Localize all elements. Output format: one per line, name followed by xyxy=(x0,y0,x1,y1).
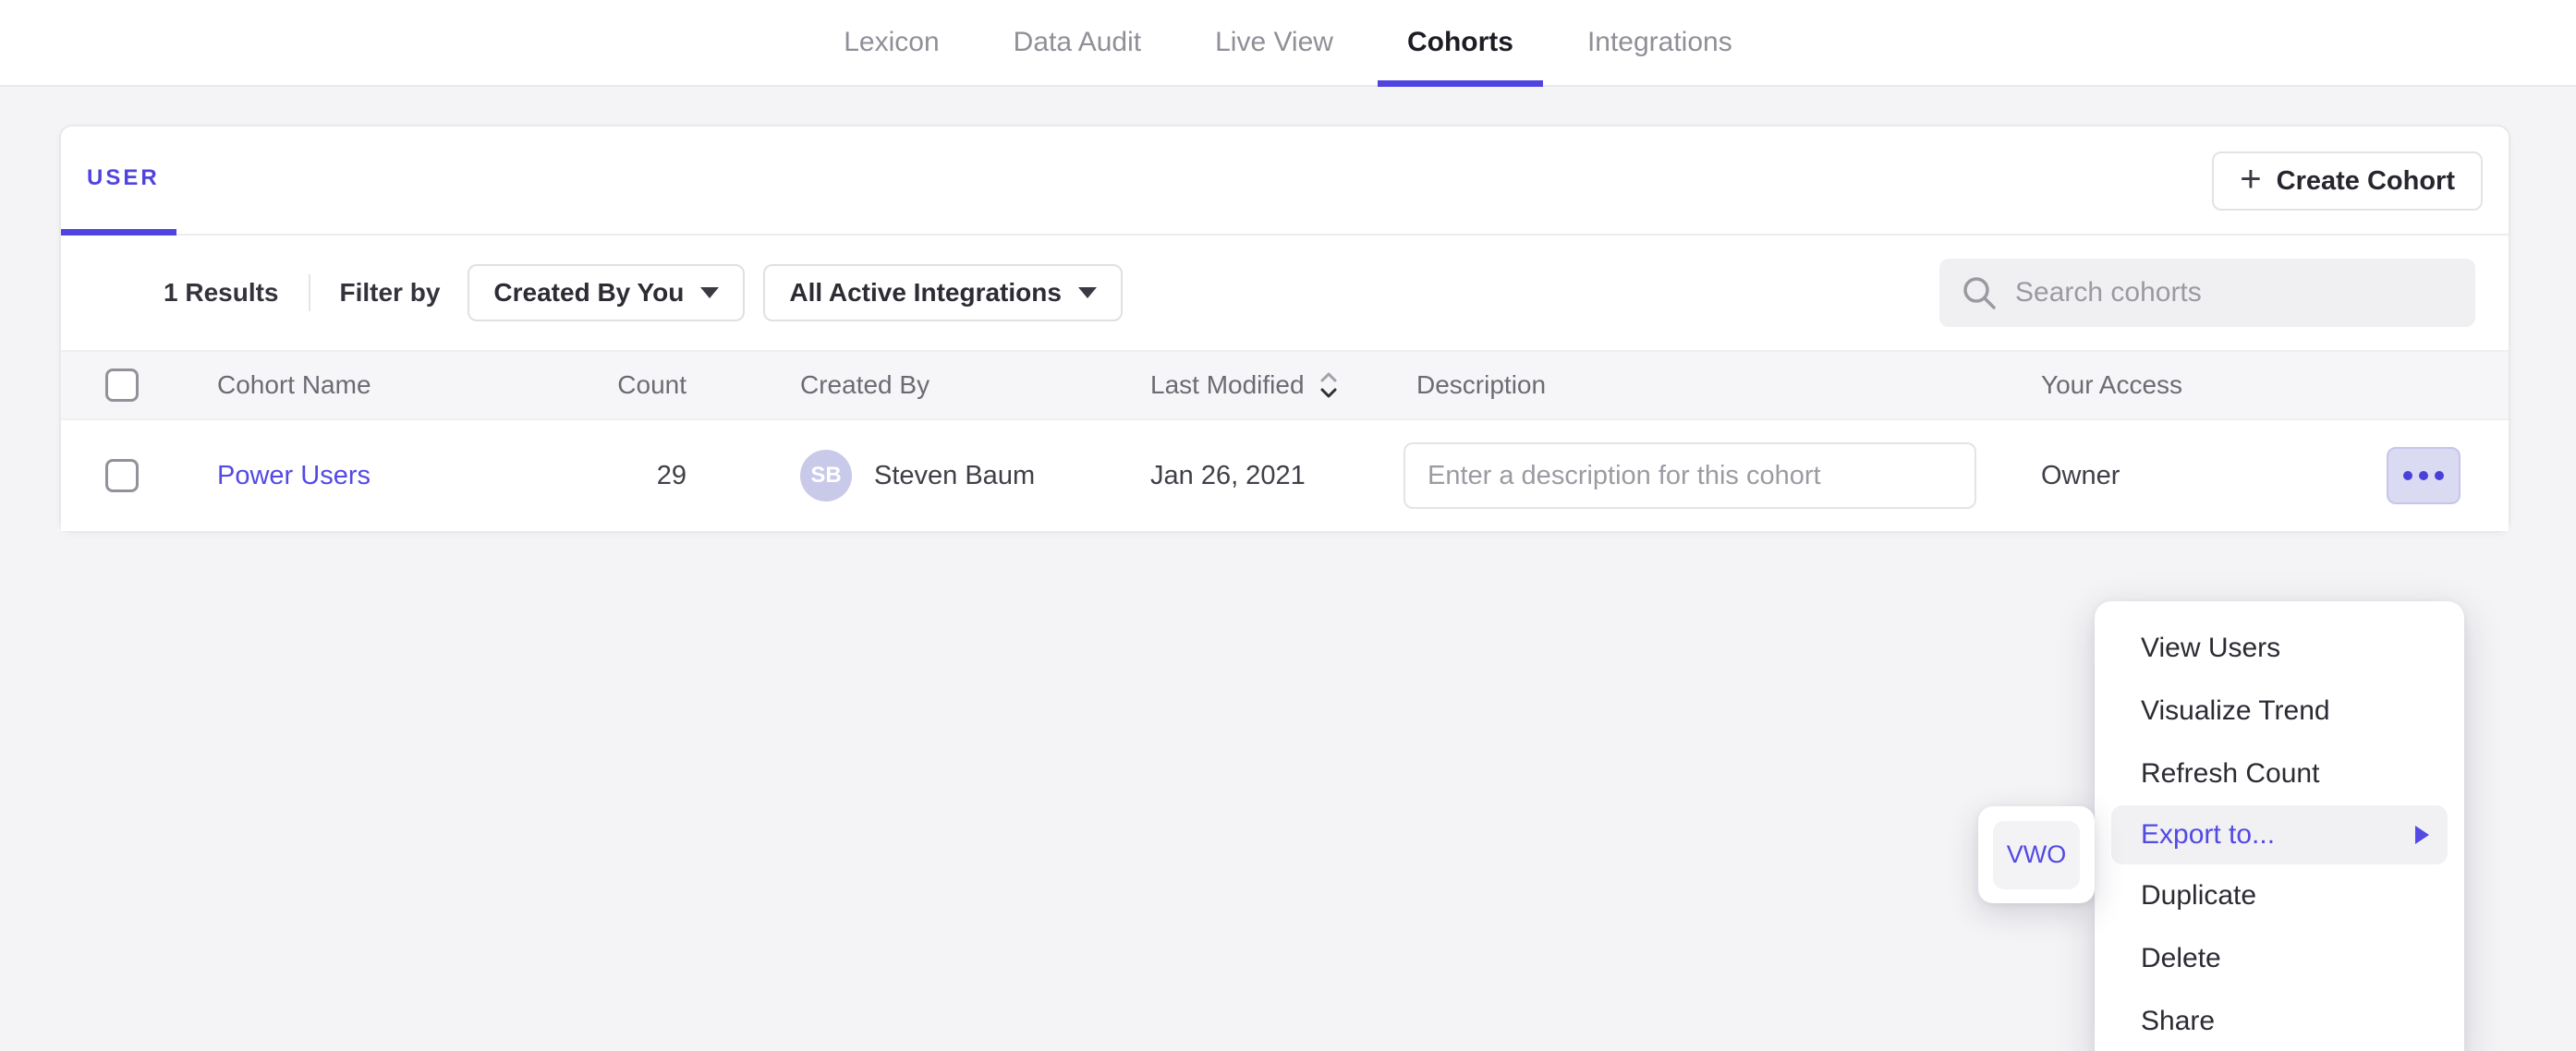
menu-item-duplicate[interactable]: Duplicate xyxy=(2095,864,2464,927)
menu-item-share[interactable]: Share xyxy=(2095,990,2464,1051)
row-actions-button[interactable] xyxy=(2387,447,2461,504)
table-header: Cohort Name Count Created By Last Modifi… xyxy=(61,350,2509,420)
top-nav: Lexicon Data Audit Live View Cohorts Int… xyxy=(0,0,2576,87)
last-modified-label: Last Modified xyxy=(1150,370,1305,400)
export-to-label: Export to... xyxy=(2141,819,2275,851)
integrations-filter-dropdown[interactable]: All Active Integrations xyxy=(763,264,1123,321)
chevron-down-icon xyxy=(700,287,719,298)
search-input[interactable] xyxy=(2015,277,2455,308)
tab-user[interactable]: USER xyxy=(61,127,176,236)
access-level: Owner xyxy=(2041,461,2120,491)
nav-tab-live-view[interactable]: Live View xyxy=(1185,0,1363,85)
menu-item-export-to[interactable]: Export to... xyxy=(2111,805,2448,864)
plus-icon: + xyxy=(2240,161,2261,198)
cohort-name-link[interactable]: Power Users xyxy=(217,461,371,490)
panel-tabs-row: USER + Create Cohort xyxy=(61,127,2509,236)
nav-tab-lexicon[interactable]: Lexicon xyxy=(814,0,968,85)
filter-row: 1 Results Filter by Created By You All A… xyxy=(61,236,2509,350)
menu-item-visualize-trend[interactable]: Visualize Trend xyxy=(2095,680,2464,743)
ellipsis-icon xyxy=(2419,471,2428,480)
row-actions-menu: View Users Visualize Trend Refresh Count… xyxy=(2095,601,2464,1051)
nav-tab-integrations[interactable]: Integrations xyxy=(1558,0,1762,85)
results-count: 1 Results xyxy=(164,278,279,308)
column-header-count[interactable]: Count xyxy=(513,370,687,400)
submenu-arrow-icon xyxy=(2415,826,2429,844)
cohorts-panel: USER + Create Cohort 1 Results Filter by… xyxy=(59,125,2510,533)
integrations-filter-value: All Active Integrations xyxy=(789,278,1062,308)
row-checkbox[interactable] xyxy=(105,459,139,492)
nav-tab-cohorts[interactable]: Cohorts xyxy=(1378,0,1543,85)
cohort-count: 29 xyxy=(513,461,687,491)
search-icon xyxy=(1960,273,1999,312)
description-input[interactable] xyxy=(1403,442,1976,509)
divider xyxy=(309,274,310,311)
column-header-cohort-name[interactable]: Cohort Name xyxy=(217,370,513,400)
column-header-description[interactable]: Description xyxy=(1416,370,2041,400)
avatar: SB xyxy=(800,450,852,501)
export-submenu: VWO xyxy=(1978,806,2095,903)
ellipsis-icon xyxy=(2435,471,2444,480)
created-by-name: Steven Baum xyxy=(874,461,1035,491)
menu-item-refresh-count[interactable]: Refresh Count xyxy=(2095,743,2464,805)
filter-by-label: Filter by xyxy=(340,278,441,308)
column-header-last-modified[interactable]: Last Modified xyxy=(1150,368,1416,402)
select-all-checkbox[interactable] xyxy=(105,368,139,402)
last-modified-date: Jan 26, 2021 xyxy=(1150,461,1416,491)
search-cohorts-box[interactable] xyxy=(1939,259,2475,327)
created-by-filter-dropdown[interactable]: Created By You xyxy=(468,264,745,321)
create-cohort-label: Create Cohort xyxy=(2277,166,2455,197)
chevron-down-icon xyxy=(1078,287,1097,298)
create-cohort-button[interactable]: + Create Cohort xyxy=(2212,151,2483,211)
menu-item-delete[interactable]: Delete xyxy=(2095,927,2464,990)
nav-tab-data-audit[interactable]: Data Audit xyxy=(984,0,1171,85)
column-header-created-by[interactable]: Created By xyxy=(687,370,1150,400)
export-option-vwo[interactable]: VWO xyxy=(1993,821,2080,889)
table-row: Power Users 29 SB Steven Baum Jan 26, 20… xyxy=(61,420,2509,531)
column-header-your-access[interactable]: Your Access xyxy=(2041,370,2509,400)
page-body: USER + Create Cohort 1 Results Filter by… xyxy=(0,87,2576,1051)
ellipsis-icon xyxy=(2403,471,2412,480)
created-by-filter-value: Created By You xyxy=(493,278,684,308)
sort-icon[interactable] xyxy=(1316,368,1342,402)
menu-item-view-users[interactable]: View Users xyxy=(2095,617,2464,680)
